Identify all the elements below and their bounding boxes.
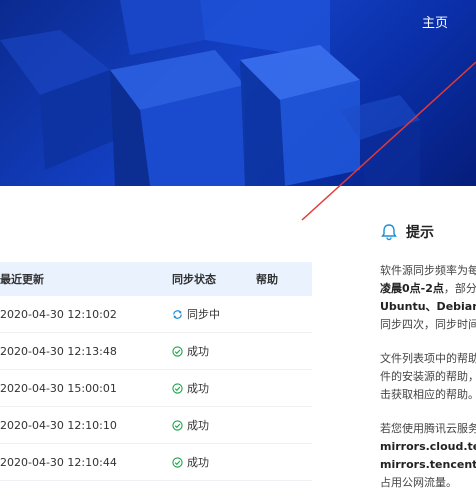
table-row: 2020-04-30 12:10:02 同步中 [0, 296, 312, 333]
nav-home-link[interactable]: 主页 [422, 12, 448, 31]
tips-text: 文件列表项中的帮助 [380, 352, 476, 365]
tips-text: 凌晨0点-2点，部分 [380, 282, 476, 295]
table-row: 2020-04-30 12:10:10 成功 [0, 407, 312, 444]
status-text: 成功 [187, 345, 209, 358]
tips-text: 击获取相应的帮助。 [380, 388, 476, 401]
check-circle-icon [172, 345, 183, 357]
updated-cell: 2020-04-30 12:10:44 [0, 455, 117, 469]
updated-cell: 2020-04-30 12:13:48 [0, 344, 117, 358]
status-cell: 成功 [172, 454, 256, 470]
status-cell: 成功 [172, 380, 256, 396]
tips-text: mirrors.cloud.tenc [380, 440, 476, 453]
table-row: 2020-04-30 12:10:44 成功 [0, 444, 312, 481]
check-circle-icon [172, 382, 183, 394]
tips-text: 件的安装源的帮助， [380, 370, 476, 383]
bell-icon [381, 224, 397, 241]
tips-text: mirrors.tencentyun [380, 458, 476, 471]
updated-cell: 2020-04-30 12:10:10 [0, 418, 117, 432]
tips-text: 同步四次，同步时间 [380, 318, 476, 331]
hero-banner: 主页 [0, 0, 476, 186]
table-row: 2020-04-30 12:13:48 成功 [0, 333, 312, 370]
column-header-status[interactable]: 同步状态 [172, 271, 256, 287]
column-header-help[interactable]: 帮助 [256, 271, 312, 287]
check-circle-icon [172, 456, 183, 468]
tips-text: 软件源同步频率为每 [380, 264, 476, 277]
tips-text: Ubuntu、Debian、 [380, 300, 476, 313]
hero-cubes-graphic [0, 0, 420, 186]
updated-cell: 2020-04-30 12:10:02 [0, 307, 117, 321]
column-header-updated[interactable]: 最近更新 [0, 271, 172, 287]
tips-panel: 提示 软件源同步频率为每 凌晨0点-2点，部分 Ubuntu、Debian、 同… [380, 220, 476, 492]
status-text: 成功 [187, 456, 209, 469]
tips-text: 若您使用腾讯云服务 [380, 422, 476, 435]
status-text: 同步中 [187, 308, 220, 321]
status-cell: 同步中 [172, 306, 256, 322]
status-text: 成功 [187, 382, 209, 395]
table-header: 最近更新 同步状态 帮助 [0, 262, 312, 296]
sync-icon [173, 309, 182, 319]
check-circle-icon [172, 419, 183, 431]
mirror-table: 最近更新 同步状态 帮助 2020-04-30 12:10:02 同步中 202… [0, 262, 312, 481]
status-cell: 成功 [172, 343, 256, 359]
tips-title: 提示 [406, 225, 434, 241]
updated-cell: 2020-04-30 15:00:01 [0, 381, 117, 395]
status-text: 成功 [187, 419, 209, 432]
status-cell: 成功 [172, 417, 256, 433]
tips-header: 提示 [380, 220, 476, 244]
table-row: 2020-04-30 15:00:01 成功 [0, 370, 312, 407]
